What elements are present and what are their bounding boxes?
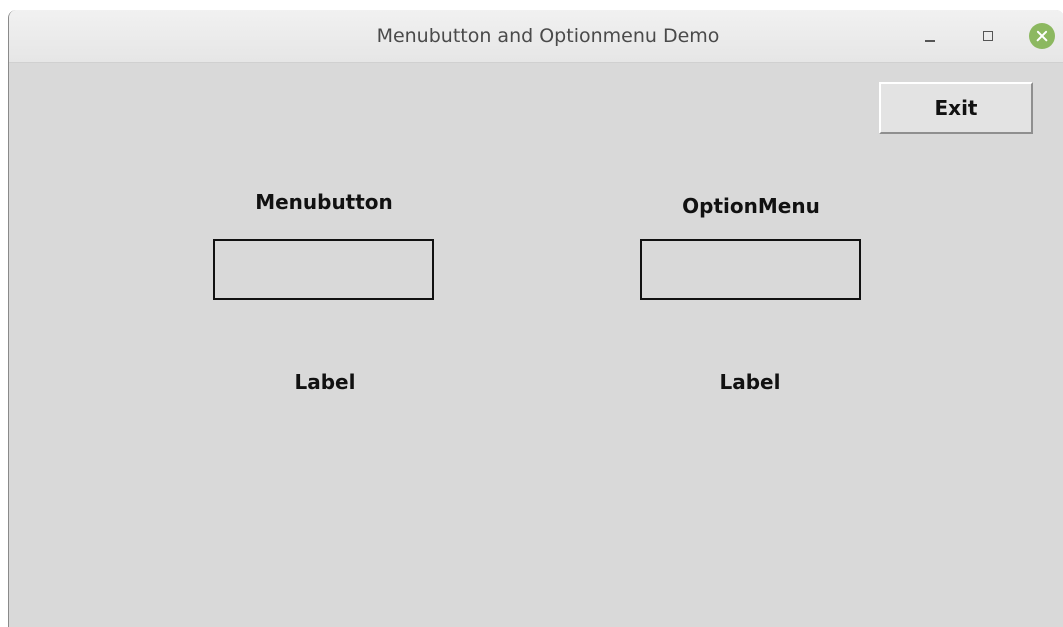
optionmenu-heading: OptionMenu — [682, 194, 820, 218]
menubutton-result-label: Label — [294, 370, 356, 394]
maximize-icon — [983, 31, 993, 41]
close-icon — [1029, 23, 1055, 49]
maximize-button[interactable] — [973, 21, 1003, 51]
optionmenu[interactable] — [640, 239, 861, 300]
optionmenu-result-label: Label — [719, 370, 781, 394]
menubutton-heading: Menubutton — [255, 190, 393, 214]
close-button[interactable] — [1027, 21, 1057, 51]
app-window: Menubutton and Optionmenu Demo Exit Menu… — [8, 10, 1063, 627]
title-bar[interactable]: Menubutton and Optionmenu Demo — [9, 10, 1063, 63]
window-title: Menubutton and Optionmenu Demo — [376, 25, 720, 47]
menubutton[interactable] — [213, 239, 434, 300]
minimize-button[interactable] — [915, 21, 945, 51]
minimize-icon — [925, 40, 935, 42]
exit-button[interactable]: Exit — [879, 82, 1033, 134]
